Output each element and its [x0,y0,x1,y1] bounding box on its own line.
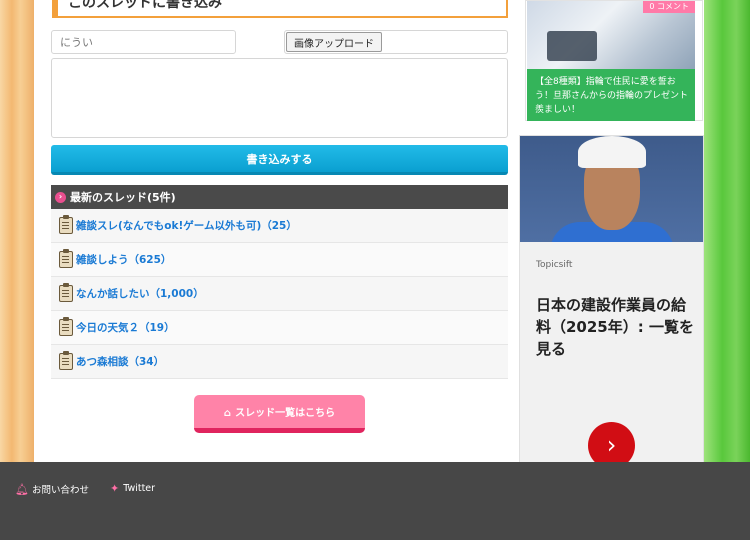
thread-link[interactable]: 今日の天気２（19） [76,320,175,335]
footer: 🔔︎ お問い合わせ ✦ Twitter [0,462,750,540]
background-wood [0,0,34,462]
article-title[interactable]: 【全8種類】指輪で住民に愛を誓おう！旦那さんからの指輪のプレゼント羨ましい！ [527,69,695,121]
twitter-bird-icon: ✦ [110,482,120,495]
list-item[interactable]: 今日の天気２（19） [51,311,508,345]
article-card[interactable]: 0 コメント 【全8種類】指輪で住民に愛を誓おう！旦那さんからの指輪のプレゼント… [525,0,703,121]
list-item[interactable]: 雑談しよう（625） [51,243,508,277]
latest-threads-title: 最新のスレッド(5件) [70,191,176,204]
home-icon: ⌂ [223,408,232,419]
ad-headline[interactable]: 日本の建設作業員の給料（2025年）: 一覧を見る [536,294,694,360]
sponsored-card[interactable]: Topicsift 日本の建設作業員の給料（2025年）: 一覧を見る › [519,135,704,507]
ad-photo-helmet [578,136,646,168]
bell-icon: 🔔︎ [15,482,29,496]
twitter-link-label: Twitter [123,483,156,494]
comment-textarea[interactable] [51,58,508,138]
form-heading: このスレッドに書き込み [52,0,508,18]
latest-threads-header: › 最新のスレッド(5件) [51,185,508,209]
ad-photo [520,136,703,242]
thread-link[interactable]: 雑談しよう（625） [76,252,171,267]
thread-link[interactable]: 雑談スレ(なんでもok!ゲーム以外も可)（25） [76,218,297,233]
image-upload-field[interactable]: 画像アップロード [284,30,508,54]
thread-list: 雑談スレ(なんでもok!ゲーム以外も可)（25） 雑談しよう（625） なんか話… [51,209,508,379]
background-grass [704,0,750,462]
image-upload-button[interactable]: 画像アップロード [286,32,382,52]
thread-link[interactable]: なんか話したい（1,000） [76,286,204,301]
clipboard-icon [59,317,73,336]
clipboard-icon [59,283,73,302]
thread-link[interactable]: あつ森相談（34） [76,354,164,369]
submit-button[interactable]: 書き込みする [51,145,508,175]
comment-count-badge: 0 コメント [643,1,695,13]
contact-link[interactable]: 🔔︎ お問い合わせ [15,482,89,497]
contact-link-label: お問い合わせ [31,485,89,496]
circle-arrow-icon: › [55,191,66,203]
thread-list-button-label: スレッド一覧はこちら [235,408,336,419]
thread-list-button[interactable]: ⌂ スレッド一覧はこちら [194,395,365,433]
list-item[interactable]: あつ森相談（34） [51,345,508,379]
page-container: このスレッドに書き込み 画像アップロード 書き込みする › 最新のスレッド(5件… [34,0,704,507]
clipboard-icon [59,249,73,268]
ad-source: Topicsift [536,260,573,270]
article-thumbnail: 0 コメント [527,1,695,69]
list-item[interactable]: なんか話したい（1,000） [51,277,508,311]
clipboard-icon [59,351,73,370]
clipboard-icon [59,215,73,234]
list-item[interactable]: 雑談スレ(なんでもok!ゲーム以外も可)（25） [51,209,508,243]
name-input[interactable] [51,30,236,54]
twitter-link[interactable]: ✦ Twitter [110,482,155,495]
